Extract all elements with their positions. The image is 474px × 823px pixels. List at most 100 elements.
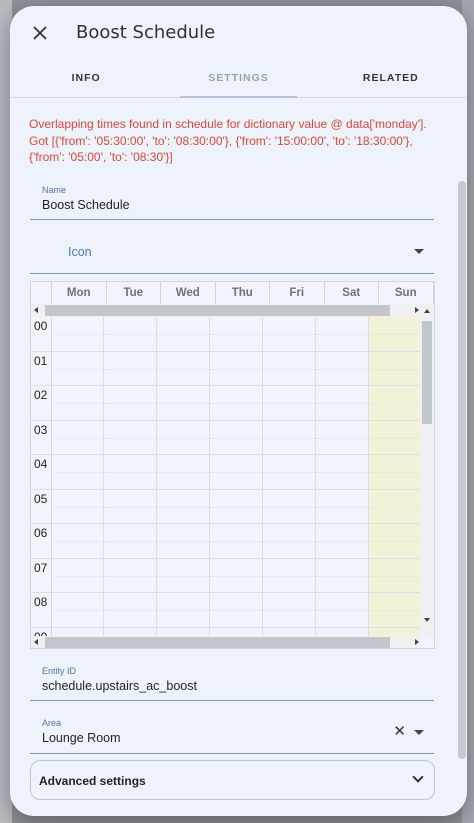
calendar-cell-thu[interactable] [210, 455, 264, 489]
calendar-cell-sun[interactable] [369, 420, 422, 454]
scrollbar-thumb[interactable] [422, 321, 432, 424]
calendar-cell-mon[interactable] [51, 420, 105, 454]
calendar-cell-thu[interactable] [210, 420, 264, 454]
calendar-cell-tue[interactable] [104, 524, 158, 558]
calendar-cell-wed[interactable] [157, 317, 211, 351]
calendar-cell-tue[interactable] [104, 386, 158, 420]
icon-picker[interactable]: Icon [30, 230, 434, 274]
calendar-cell-sun[interactable] [369, 593, 422, 627]
calendar-cell-wed[interactable] [157, 489, 211, 523]
scrollbar-thumb[interactable] [45, 637, 390, 648]
calendar-cell-sun[interactable] [369, 524, 422, 558]
calendar-cell-mon[interactable] [51, 351, 105, 385]
calendar-cell-sun[interactable] [369, 455, 422, 489]
calendar-cell-thu[interactable] [210, 489, 264, 523]
scroll-down-icon[interactable] [424, 618, 430, 622]
calendar-cell-fri[interactable] [263, 627, 317, 636]
calendar-cell-mon[interactable] [51, 455, 105, 489]
hour-row: 08 [31, 593, 422, 628]
tab-settings[interactable]: SETTINGS [162, 62, 314, 98]
calendar-cell-sun[interactable] [369, 317, 422, 351]
calendar-cell-sun[interactable] [369, 489, 422, 523]
calendar-cell-mon[interactable] [51, 524, 105, 558]
day-header-sat: Sat [325, 282, 379, 304]
calendar-cell-sat[interactable] [316, 455, 370, 489]
calendar-cell-sun[interactable] [369, 351, 422, 385]
calendar-cell-wed[interactable] [157, 420, 211, 454]
close-button[interactable] [28, 21, 52, 45]
clear-icon[interactable]: ✕ [393, 724, 406, 739]
calendar-cell-wed[interactable] [157, 593, 211, 627]
calendar-cell-tue[interactable] [104, 627, 158, 636]
close-icon [33, 26, 47, 40]
calendar-cell-thu[interactable] [210, 627, 264, 636]
calendar-cell-wed[interactable] [157, 558, 211, 592]
tab-info[interactable]: INFO [10, 62, 162, 97]
scrollbar-thumb[interactable] [45, 305, 390, 316]
scroll-left-icon[interactable] [34, 639, 38, 645]
calendar-cell-thu[interactable] [210, 317, 264, 351]
calendar-cell-tue[interactable] [104, 593, 158, 627]
calendar-cell-thu[interactable] [210, 524, 264, 558]
calendar-cell-sat[interactable] [316, 593, 370, 627]
dropdown-arrow-icon[interactable] [414, 730, 424, 735]
calendar-cell-fri[interactable] [263, 593, 317, 627]
calendar-cell-fri[interactable] [263, 489, 317, 523]
calendar-cell-thu[interactable] [210, 593, 264, 627]
calendar-cell-sat[interactable] [316, 524, 370, 558]
calendar-cell-sun[interactable] [369, 558, 422, 592]
calendar-cell-mon[interactable] [51, 489, 105, 523]
calendar-cell-tue[interactable] [104, 489, 158, 523]
horizontal-scrollbar-bottom[interactable] [31, 636, 422, 648]
calendar-cell-wed[interactable] [157, 627, 211, 636]
calendar-cell-thu[interactable] [210, 386, 264, 420]
calendar-cell-tue[interactable] [104, 455, 158, 489]
calendar-cell-mon[interactable] [51, 558, 105, 592]
calendar-cell-fri[interactable] [263, 351, 317, 385]
calendar-cell-wed[interactable] [157, 455, 211, 489]
calendar-cell-fri[interactable] [263, 420, 317, 454]
calendar-cell-sat[interactable] [316, 351, 370, 385]
calendar-cell-thu[interactable] [210, 558, 264, 592]
scroll-right-icon[interactable] [415, 307, 419, 313]
calendar-cell-fri[interactable] [263, 524, 317, 558]
calendar-cell-sun[interactable] [369, 386, 422, 420]
advanced-settings-expander[interactable]: Advanced settings [30, 760, 435, 800]
calendar-cell-tue[interactable] [104, 558, 158, 592]
calendar-cell-fri[interactable] [263, 386, 317, 420]
dialog-scrollbar-thumb[interactable] [458, 181, 466, 759]
calendar-cell-fri[interactable] [263, 455, 317, 489]
calendar-cell-wed[interactable] [157, 386, 211, 420]
calendar-cell-mon[interactable] [51, 317, 105, 351]
name-field[interactable]: Name Boost Schedule [30, 176, 434, 220]
vertical-scrollbar[interactable] [420, 304, 434, 636]
area-picker[interactable]: Area Lounge Room ✕ [30, 709, 434, 754]
calendar-cell-mon[interactable] [51, 386, 105, 420]
scroll-right-icon[interactable] [415, 639, 419, 645]
scroll-left-icon[interactable] [34, 307, 38, 313]
calendar-cell-sat[interactable] [316, 386, 370, 420]
calendar-cell-sat[interactable] [316, 627, 370, 636]
scroll-up-icon[interactable] [424, 309, 430, 313]
calendar-cell-mon[interactable] [51, 593, 105, 627]
calendar-cell-sat[interactable] [316, 558, 370, 592]
calendar-cell-sat[interactable] [316, 317, 370, 351]
calendar-cell-tue[interactable] [104, 420, 158, 454]
calendar-cell-fri[interactable] [263, 317, 317, 351]
calendar-cell-fri[interactable] [263, 558, 317, 592]
calendar-cell-sat[interactable] [316, 489, 370, 523]
tab-related[interactable]: RELATED [315, 62, 467, 97]
calendar-cell-tue[interactable] [104, 351, 158, 385]
calendar-cell-sat[interactable] [316, 420, 370, 454]
calendar-cell-wed[interactable] [157, 524, 211, 558]
entity-id-field[interactable]: Entity ID schedule.upstairs_ac_boost [30, 657, 434, 701]
calendar-cell-mon[interactable] [52, 627, 105, 636]
dropdown-arrow-icon[interactable] [414, 249, 424, 254]
calendar-grid[interactable]: 00010203040506070809 [31, 317, 422, 636]
calendar-cell-tue[interactable] [104, 317, 158, 351]
hour-label: 05 [31, 489, 52, 523]
horizontal-scrollbar-top[interactable] [31, 304, 422, 317]
calendar-cell-thu[interactable] [210, 351, 264, 385]
calendar-cell-sun[interactable] [369, 627, 422, 636]
calendar-cell-wed[interactable] [157, 351, 211, 385]
